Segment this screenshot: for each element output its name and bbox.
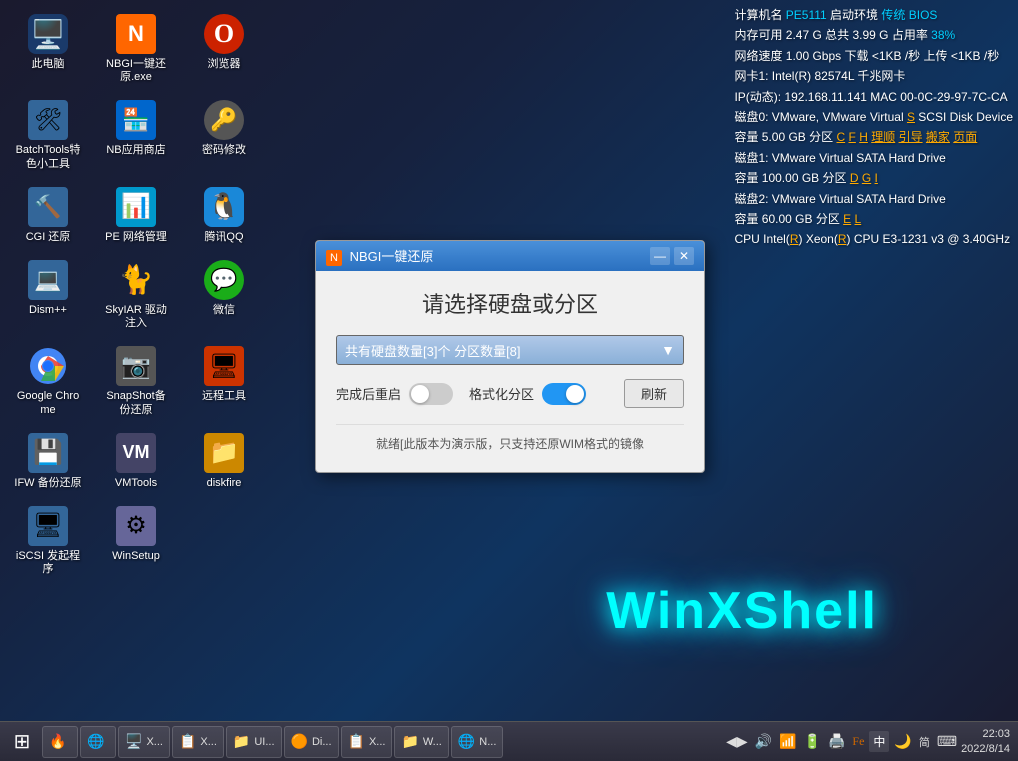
taskbar-btn-tb6[interactable]: 🟠 Di... xyxy=(284,726,339,758)
taskbar-btn-label: X... xyxy=(369,736,386,748)
format-label: 格式化分区 xyxy=(469,384,534,403)
start-button[interactable]: ⊞ xyxy=(4,724,40,760)
taskbar-btn-icon: 🔥 xyxy=(49,733,66,750)
restart-option-group: 完成后重启 xyxy=(336,383,453,405)
disk-dropdown[interactable]: 共有硬盘数量[3]个 分区数量[8] ▼ xyxy=(336,335,684,365)
tray-clock[interactable]: 22:03 2022/8/14 xyxy=(961,727,1014,756)
taskbar-btn-label: UI... xyxy=(254,736,274,748)
taskbar-btn-icon: 🖥️ xyxy=(125,733,142,750)
restart-toggle-track xyxy=(409,383,453,405)
tray-simplified-icon[interactable]: 简 xyxy=(917,732,932,752)
taskbar-btn-icon: 📋 xyxy=(179,733,196,750)
dialog-body: 请选择硬盘或分区 共有硬盘数量[3]个 分区数量[8] ▼ 完成后重启 xyxy=(316,271,704,472)
taskbar-btn-icon: 🌐 xyxy=(87,733,104,750)
start-icon: ⊞ xyxy=(14,729,31,754)
dialog-dropdown-row: 共有硬盘数量[3]个 分区数量[8] ▼ xyxy=(336,335,684,365)
taskbar-btn-icon: 📋 xyxy=(348,733,365,750)
taskbar-btn-tb9[interactable]: 🌐 N... xyxy=(451,726,504,758)
format-toggle[interactable] xyxy=(542,383,586,405)
nbgi-icon: N xyxy=(326,250,342,266)
taskbar-btn-tb8[interactable]: 📁 W... xyxy=(394,726,448,758)
dialog-minimize-button[interactable]: — xyxy=(650,247,670,265)
tray-print-icon[interactable]: 🖨️ xyxy=(826,731,847,752)
taskbar-btn-tb1[interactable]: 🔥 xyxy=(42,726,78,758)
dropdown-text: 共有硬盘数量[3]个 分区数量[8] xyxy=(345,341,521,360)
dialog-overlay: N NBGI一键还原 — ✕ 请选择硬盘或分区 共有硬盘数量[3]个 分区数量[… xyxy=(0,0,1018,761)
tray-lang-indicator[interactable]: 中 xyxy=(869,731,889,752)
taskbar-btn-icon: 📁 xyxy=(233,733,250,750)
taskbar-btn-label: Di... xyxy=(312,736,332,748)
tray-time: 22:03 xyxy=(961,727,1010,741)
dialog-controls: — ✕ xyxy=(650,247,694,265)
taskbar-btn-label: X... xyxy=(200,736,217,748)
tray-moon-icon[interactable]: 🌙 xyxy=(892,731,913,752)
tray-media-icon[interactable]: ◀▶ xyxy=(724,731,750,752)
tray-fe-icon[interactable]: Fe xyxy=(850,732,866,751)
dialog-options-row: 完成后重启 格式化分区 xyxy=(336,379,684,408)
tray-date: 2022/8/14 xyxy=(961,742,1010,756)
dialog-heading: 请选择硬盘或分区 xyxy=(336,287,684,319)
taskbar-btn-label: N... xyxy=(479,736,496,748)
taskbar-btn-label: X... xyxy=(146,736,163,748)
taskbar-btn-icon: 🌐 xyxy=(458,733,475,750)
tray-icons: ◀▶ 🔊 📶 🔋 🖨️ Fe 中 🌙 简 ⌨ xyxy=(724,731,959,752)
dialog-close-button[interactable]: ✕ xyxy=(674,247,694,265)
restart-toggle-thumb xyxy=(411,385,429,403)
format-toggle-track xyxy=(542,383,586,405)
dialog-footer: 就绪[此版本为演示版，只支持还原WIM格式的镜像 xyxy=(336,424,684,452)
desktop: 🖥️ 此电脑 N NBGI一键还原.exe O 浏览器 🛠 BatchTools… xyxy=(0,0,1018,761)
taskbar-btn-tb2[interactable]: 🌐 xyxy=(80,726,116,758)
taskbar-btn-tb7[interactable]: 📋 X... xyxy=(341,726,393,758)
tray-network-icon[interactable]: 📶 xyxy=(777,731,798,752)
dialog-title-text: NBGI一键还原 xyxy=(350,249,434,264)
taskbar-btn-icon: 🟠 xyxy=(291,733,308,750)
tray-battery-icon[interactable]: 🔋 xyxy=(802,731,823,752)
tray-keyboard-icon[interactable]: ⌨ xyxy=(935,731,959,752)
taskbar: ⊞ 🔥 🌐 🖥️ X... 📋 X... 📁 UI... 🟠 Di... 📋 X... 📁 W... 🌐 N.… xyxy=(0,721,1018,761)
format-toggle-thumb xyxy=(566,385,584,403)
taskbar-btn-tb4[interactable]: 📋 X... xyxy=(172,726,224,758)
format-option-group: 格式化分区 xyxy=(469,383,586,405)
restart-label: 完成后重启 xyxy=(336,384,401,403)
refresh-button[interactable]: 刷新 xyxy=(624,379,684,408)
taskbar-btn-icon: 📁 xyxy=(401,733,418,750)
dialog-title: N NBGI一键还原 xyxy=(326,246,433,266)
restart-toggle[interactable] xyxy=(409,383,453,405)
chevron-down-icon: ▼ xyxy=(661,342,675,358)
taskbar-buttons: 🔥 🌐 🖥️ X... 📋 X... 📁 UI... 🟠 Di... 📋 X... 📁 W... 🌐 N... xyxy=(42,726,503,758)
nbgi-dialog: N NBGI一键还原 — ✕ 请选择硬盘或分区 共有硬盘数量[3]个 分区数量[… xyxy=(315,240,705,473)
taskbar-btn-tb5[interactable]: 📁 UI... xyxy=(226,726,282,758)
tray-volume-icon[interactable]: 🔊 xyxy=(753,731,774,752)
dialog-titlebar: N NBGI一键还原 — ✕ xyxy=(316,241,704,271)
taskbar-btn-tb3[interactable]: 🖥️ X... xyxy=(118,726,170,758)
taskbar-btn-label: W... xyxy=(423,736,442,748)
